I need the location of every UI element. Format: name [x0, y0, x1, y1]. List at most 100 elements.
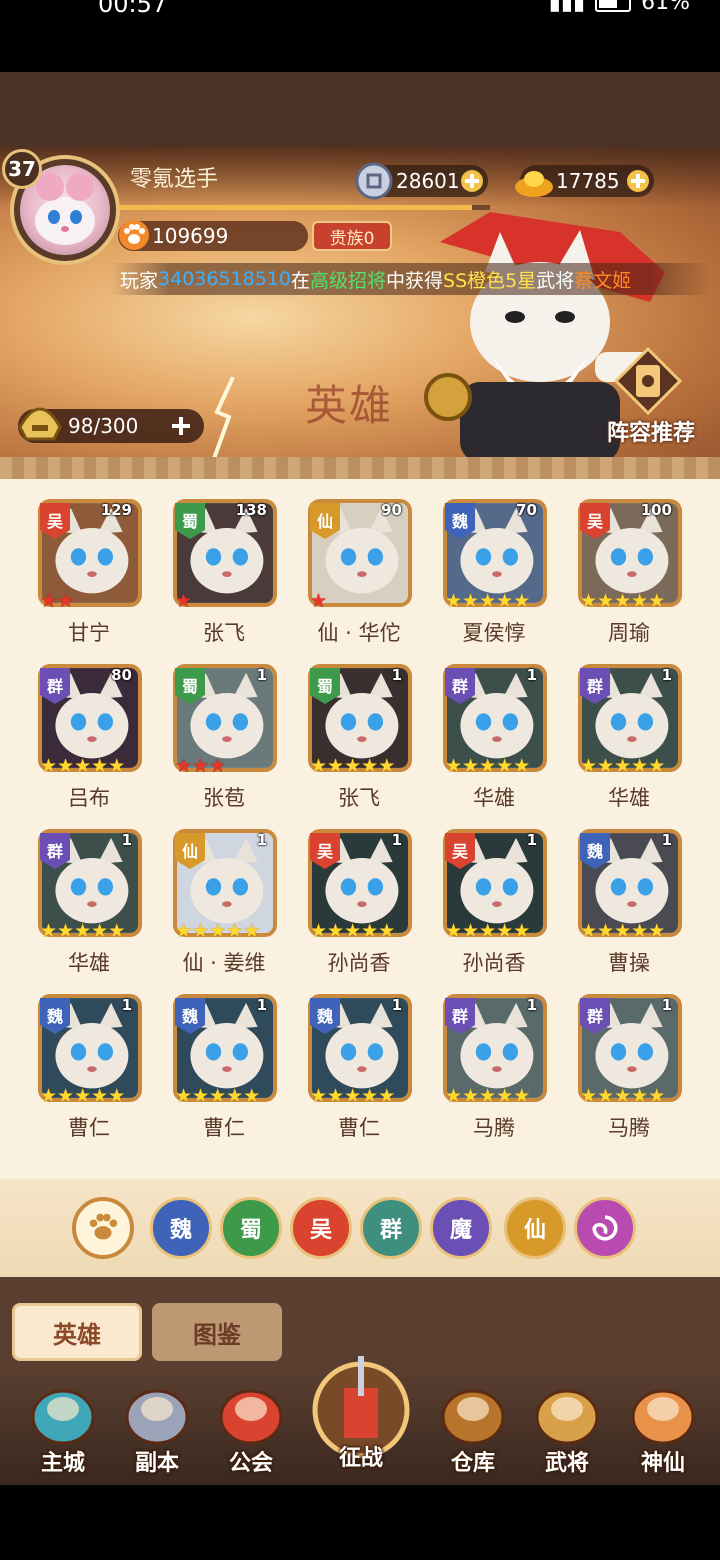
hero-card[interactable]: 魏 1 ★ ★ ★ ★ ★ 曹操	[572, 829, 686, 975]
hero-card[interactable]: 仙 90 ★ 仙 · 华佗	[302, 499, 416, 645]
tab-codex[interactable]: 图鉴	[152, 1303, 282, 1361]
guild-flag-icon	[219, 1389, 283, 1445]
hero-card[interactable]: 吴 1 ★ ★ ★ ★ ★ 孙尚香	[437, 829, 551, 975]
hero-stars: ★ ★ ★ ★ ★	[580, 756, 665, 776]
star-icon: ★	[327, 1085, 345, 1107]
star-icon: ★	[496, 920, 514, 942]
xp-progress-bar	[120, 205, 490, 210]
hero-card[interactable]: 群 1 ★ ★ ★ ★ ★ 马腾	[572, 994, 686, 1140]
star-icon: ★	[243, 920, 261, 942]
star-icon: ★	[445, 755, 463, 777]
nav-castle[interactable]: 主城	[18, 1379, 108, 1479]
hero-name: 曹仁	[203, 1116, 245, 1140]
hero-stars: ★ ★ ★ ★ ★	[580, 921, 665, 941]
hero-card[interactable]: 吴 100 ★ ★ ★ ★ ★ 周瑜	[572, 499, 686, 645]
star-icon: ★	[648, 920, 666, 942]
filter-wei[interactable]: 魏	[150, 1197, 212, 1259]
star-icon: ★	[74, 1085, 92, 1107]
hero-name: 华雄	[473, 786, 515, 810]
nav-general-cat[interactable]: 武将	[522, 1379, 612, 1479]
star-icon: ★	[226, 1085, 244, 1107]
lineup-recommend-button[interactable]: 阵容推荐	[596, 347, 706, 447]
filter-all[interactable]	[72, 1197, 134, 1259]
star-icon: ★	[648, 1085, 666, 1107]
nav-guild-flag[interactable]: 公会	[206, 1379, 296, 1479]
star-icon: ★	[479, 920, 497, 942]
filter-special[interactable]	[574, 1197, 636, 1259]
star-icon: ★	[614, 755, 632, 777]
hero-level: 1	[256, 996, 267, 1014]
hero-card[interactable]: 魏 1 ★ ★ ★ ★ ★ 曹仁	[32, 994, 146, 1140]
filter-shu[interactable]: 蜀	[220, 1197, 282, 1259]
star-icon: ★	[597, 590, 615, 612]
announcement-hero: 蔡文姬	[574, 269, 632, 292]
hero-card[interactable]: 蜀 1 ★ ★ ★ ★ ★ 张飞	[302, 664, 416, 810]
announcement-grade: SS橙色5星	[443, 269, 537, 292]
star-icon: ★	[580, 755, 598, 777]
star-icon: ★	[310, 920, 328, 942]
add-gold-button[interactable]	[626, 169, 650, 193]
star-icon: ★	[513, 590, 531, 612]
hero-card[interactable]: 蜀 1 ★ ★ ★ 张苞	[167, 664, 281, 810]
nav-treasure-bag[interactable]: 仓库	[428, 1379, 518, 1479]
gold-currency: 17785	[515, 165, 654, 197]
nav-immortal-cat[interactable]: 神仙	[618, 1379, 708, 1479]
star-icon: ★	[40, 1085, 58, 1107]
helmet-icon	[18, 407, 62, 441]
star-icon: ★	[445, 920, 463, 942]
hero-card[interactable]: 群 1 ★ ★ ★ ★ ★ 华雄	[437, 664, 551, 810]
hero-card[interactable]: 吴 1 ★ ★ ★ ★ ★ 孙尚香	[302, 829, 416, 975]
star-icon: ★	[631, 590, 649, 612]
announcement-marquee: 玩家 34036518510 在 高级招将 中获得 SS橙色5星 武将 蔡文姬	[110, 263, 710, 295]
nav-sword[interactable]: 副本	[112, 1379, 202, 1479]
immortal-cat-icon	[631, 1389, 695, 1445]
hero-card[interactable]: 魏 1 ★ ★ ★ ★ ★ 曹仁	[167, 994, 281, 1140]
nav-label: 神仙	[640, 1451, 685, 1476]
nav-battle-gate[interactable]: 征战	[306, 1348, 416, 1483]
star-icon: ★	[57, 1085, 75, 1107]
hero-grid[interactable]: 吴 129 ★ ★ 甘宁蜀 138 ★ 张飞仙 90 ★ 仙 · 华佗魏 70 ★ ★ ★ ★ ★ 夏侯惇吴 100…	[0, 479, 720, 1169]
star-icon: ★	[648, 755, 666, 777]
star-icon: ★	[496, 1085, 514, 1107]
hero-card[interactable]: 魏 1 ★ ★ ★ ★ ★ 曹仁	[302, 994, 416, 1140]
hero-level: 1	[121, 831, 132, 849]
hero-stars: ★ ★ ★ ★ ★	[40, 756, 125, 776]
hero-card[interactable]: 吴 129 ★ ★ 甘宁	[32, 499, 146, 645]
star-icon: ★	[91, 755, 109, 777]
hero-card[interactable]: 群 1 ★ ★ ★ ★ ★ 华雄	[32, 829, 146, 975]
star-icon: ★	[310, 755, 328, 777]
gold-ingot-icon	[515, 171, 553, 197]
star-icon: ★	[344, 1085, 362, 1107]
star-icon: ★	[479, 755, 497, 777]
hero-stars: ★ ★ ★ ★ ★	[175, 921, 260, 941]
hero-roster: 吴 129 ★ ★ 甘宁蜀 138 ★ 张飞仙 90 ★ 仙 · 华佗魏 70 ★ ★ ★ ★ ★ 夏侯惇吴 100…	[0, 479, 720, 1277]
star-icon: ★	[310, 1085, 328, 1107]
hero-card[interactable]: 群 1 ★ ★ ★ ★ ★ 马腾	[437, 994, 551, 1140]
hero-card[interactable]: 蜀 138 ★ 张飞	[167, 499, 281, 645]
star-icon: ★	[361, 1085, 379, 1107]
star-icon: ★	[378, 1085, 396, 1107]
hero-card[interactable]: 魏 70 ★ ★ ★ ★ ★ 夏侯惇	[437, 499, 551, 645]
filter-wu[interactable]: 吴	[290, 1197, 352, 1259]
filter-qun[interactable]: 群	[360, 1197, 422, 1259]
star-icon: ★	[614, 590, 632, 612]
noble-rank-badge[interactable]: 贵族0	[312, 221, 392, 251]
hero-level: 138	[235, 501, 267, 519]
star-icon: ★	[445, 590, 463, 612]
xp-progress-fill	[120, 205, 472, 210]
star-icon: ★	[580, 590, 598, 612]
tab-heroes[interactable]: 英雄	[12, 1303, 142, 1361]
filter-xian[interactable]: 仙	[504, 1197, 566, 1259]
add-silver-button[interactable]	[460, 169, 484, 193]
hero-card[interactable]: 群 80 ★ ★ ★ ★ ★ 吕布	[32, 664, 146, 810]
filter-mo[interactable]: 魔	[430, 1197, 492, 1259]
lineup-card-icon	[614, 347, 682, 415]
star-icon: ★	[175, 590, 193, 612]
star-icon: ★	[513, 755, 531, 777]
hero-card[interactable]: 群 1 ★ ★ ★ ★ ★ 华雄	[572, 664, 686, 810]
swirl-icon	[592, 1215, 618, 1241]
hero-card[interactable]: 仙 1 ★ ★ ★ ★ ★ 仙 · 姜维	[167, 829, 281, 975]
star-icon: ★	[57, 920, 75, 942]
hero-level: 100	[640, 501, 672, 519]
expand-capacity-button[interactable]	[170, 415, 192, 437]
